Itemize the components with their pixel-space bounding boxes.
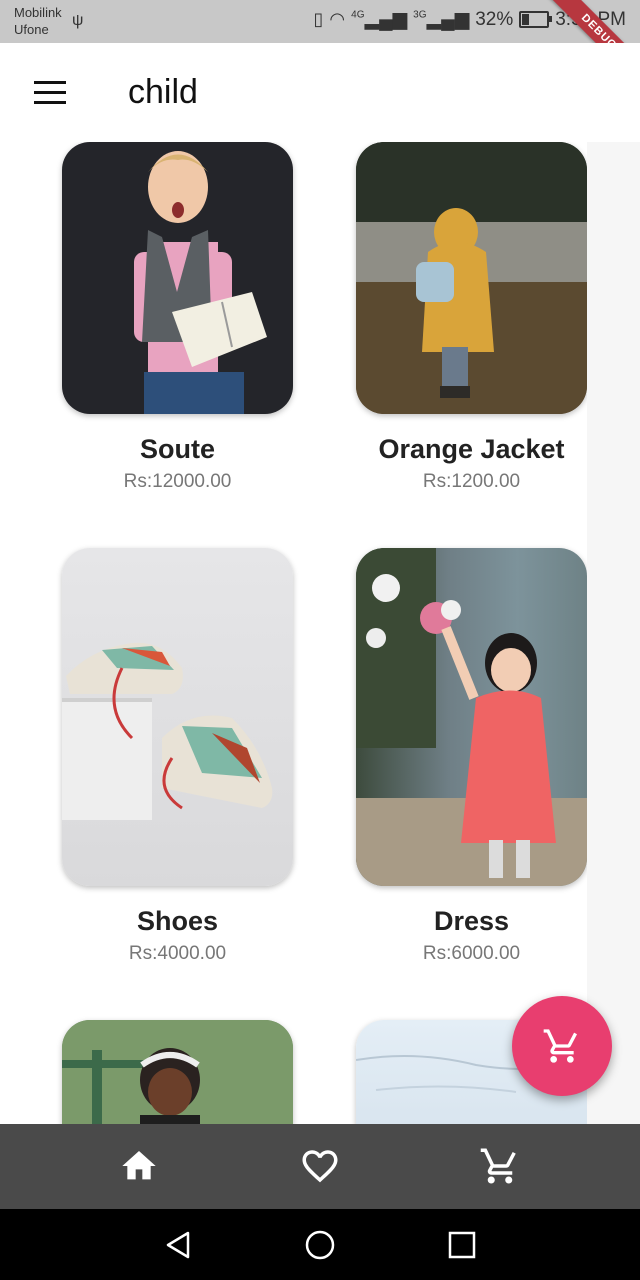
signal-bars-icon: ▂▄▆ (426, 9, 470, 30)
system-navigation (0, 1209, 640, 1280)
product-name: Dress (433, 906, 510, 936)
page-title: child (128, 73, 198, 111)
battery-percent: 32% (475, 8, 514, 30)
product-card[interactable]: Soute Rs:12000.00 (62, 142, 293, 493)
child-jacket-illustration (356, 142, 587, 414)
carrier-2: Ufone (14, 22, 49, 37)
carrier-1: Mobilink (14, 5, 62, 20)
battery-fill (522, 14, 530, 25)
product-card[interactable]: Orange Jacket Rs:1200.00 (356, 142, 587, 493)
nav-cart-button[interactable] (478, 1144, 522, 1188)
product-name: Orange Jacket (378, 434, 565, 464)
signal-bars-icon: ▂▄▆ (364, 9, 408, 30)
wifi-icon: ◠ (329, 9, 346, 29)
product-price: Rs:6000.00 (422, 943, 521, 964)
app-bar: child (0, 43, 640, 142)
child-playground-illustration (62, 1020, 293, 1124)
battery-icon (519, 11, 553, 28)
heart-icon (302, 1150, 338, 1183)
product-image[interactable] (62, 548, 293, 886)
network-type-1: 4G (351, 9, 365, 21)
product-name: Shoes (136, 906, 219, 936)
product-image[interactable] (356, 142, 587, 414)
cart-icon (480, 1148, 516, 1184)
vibrate-icon: ▯ (313, 9, 324, 29)
status-bar: Mobilink Ufone ψ ▯ ◠ 4G▂▄▆ 3G▂▄▆ 32% 3:5… (0, 0, 640, 100)
carrier-info: Mobilink Ufone (14, 4, 62, 38)
product-image[interactable] (356, 548, 587, 886)
product-card[interactable] (62, 1020, 293, 1124)
product-price: Rs:1200.00 (422, 471, 521, 492)
product-card[interactable]: Dress Rs:6000.00 (356, 548, 587, 965)
girl-dress-illustration (356, 548, 587, 886)
home-icon (122, 1151, 156, 1180)
usb-icon: ψ (72, 12, 84, 29)
product-price: Rs:12000.00 (123, 471, 232, 492)
sneakers-illustration (62, 642, 273, 820)
network-type-2: 3G (413, 9, 427, 21)
square-icon[interactable] (446, 1229, 478, 1261)
menu-icon[interactable] (34, 81, 66, 105)
product-price: Rs:4000.00 (128, 943, 227, 964)
nav-home-button[interactable] (117, 1144, 161, 1188)
bottom-navigation (0, 1124, 640, 1209)
cart-icon (543, 1029, 577, 1063)
product-image[interactable] (62, 142, 293, 414)
cart-fab[interactable] (512, 996, 612, 1096)
product-card[interactable]: Shoes Rs:4000.00 (62, 548, 293, 965)
nav-favorite-button[interactable] (298, 1144, 342, 1188)
product-image[interactable] (62, 1020, 293, 1124)
signal-1: 4G▂▄▆ (351, 8, 407, 31)
boy-reading-illustration (134, 151, 267, 414)
signal-2: 3G▂▄▆ (413, 8, 469, 31)
product-name: Soute (139, 434, 215, 464)
product-grid[interactable]: Soute Rs:12000.00 Orange Jacket Rs:1200.… (0, 142, 587, 1124)
circle-icon[interactable] (304, 1229, 336, 1261)
back-icon[interactable] (162, 1229, 194, 1261)
scroll-track (587, 142, 640, 1124)
